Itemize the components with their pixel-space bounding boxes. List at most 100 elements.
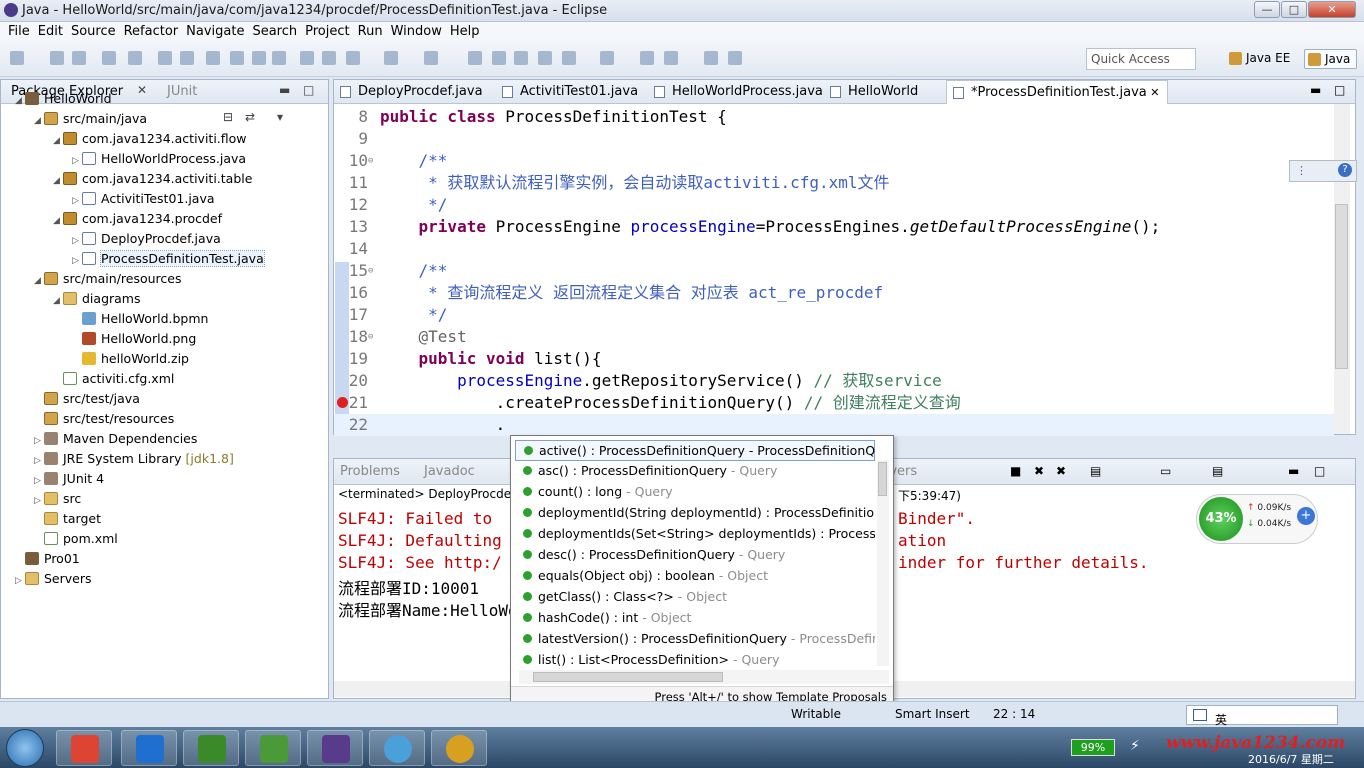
tree-item[interactable]: ▷ src xyxy=(34,490,81,510)
toolbar-tool-icon[interactable] xyxy=(704,51,718,65)
editor-tab[interactable]: *ProcessDefinitionTest.java ✕ xyxy=(946,80,1169,104)
editor-tab[interactable]: DeployProcdef.java xyxy=(334,80,491,104)
toolbar-tool-icon[interactable] xyxy=(158,51,172,65)
code-area[interactable]: 8 public class ProcessDefinitionTest {9 10… xyxy=(334,104,1355,436)
toolbar-tool-icon[interactable] xyxy=(664,51,678,65)
proposal-item[interactable]: hashCode() : int - Object xyxy=(515,608,875,629)
editor-tab[interactable]: HelloWorld xyxy=(824,80,926,104)
toolbar-tool-icon[interactable] xyxy=(50,51,64,65)
collapsed-twistie-icon[interactable]: ▷ xyxy=(34,452,44,470)
toolbar-tool-icon[interactable] xyxy=(384,51,398,65)
proposal-item[interactable]: list() : List<ProcessDefinition> - Query xyxy=(515,650,875,670)
fold-marker-icon[interactable]: ⊖ xyxy=(368,150,373,172)
menu-project[interactable]: Project xyxy=(297,22,349,39)
fold-marker-icon[interactable]: ⊖ xyxy=(368,326,373,348)
collapse-all-icon[interactable]: ⊟ xyxy=(223,110,233,124)
tree-item[interactable]: ▷ HelloWorldProcess.java xyxy=(72,150,246,170)
toolbar-tool-icon[interactable] xyxy=(252,51,266,65)
remove-all-launches-icon[interactable]: ✖ xyxy=(1056,464,1066,478)
menu-edit[interactable]: Edit xyxy=(30,22,63,39)
view-menu-icon[interactable]: ▾ xyxy=(277,110,283,124)
toolbar-tool-icon[interactable] xyxy=(180,51,194,65)
menu-help[interactable]: Help xyxy=(442,22,480,39)
battery-indicator[interactable]: 99% xyxy=(1071,739,1115,756)
collapsed-twistie-icon[interactable]: ▷ xyxy=(15,572,25,590)
tree-item[interactable]: ◢ src/main/resources xyxy=(34,270,181,290)
proposal-item[interactable]: equals(Object obj) : boolean - Object xyxy=(515,566,875,587)
tree-item[interactable]: pom.xml xyxy=(34,530,118,550)
taskbar-app-1[interactable] xyxy=(56,730,112,766)
minimize-console-icon[interactable]: ▬ xyxy=(1288,464,1299,478)
proposal-scroll-thumb[interactable] xyxy=(878,462,887,496)
toolbar-tool-icon[interactable] xyxy=(102,51,116,65)
tree-item[interactable]: ◢ com.java1234.procdef xyxy=(53,210,222,230)
toolbar-tool-icon[interactable] xyxy=(72,51,86,65)
expanded-twistie-icon[interactable]: ◢ xyxy=(53,132,63,150)
collapsed-twistie-icon[interactable]: ▷ xyxy=(72,252,82,270)
show-console-icon[interactable]: ▭ xyxy=(1160,464,1171,478)
toolbar-tool-icon[interactable] xyxy=(468,51,482,65)
menu-file[interactable]: File xyxy=(0,22,30,39)
proposal-item[interactable]: desc() : ProcessDefinitionQuery - Query xyxy=(515,545,875,566)
menu-source[interactable]: Source xyxy=(63,22,116,39)
perspective-java-ee[interactable]: Java EE xyxy=(1226,49,1296,69)
clock-date[interactable]: 2016/6/7 星期二 xyxy=(1248,751,1334,767)
close-view-icon[interactable]: ✕ xyxy=(137,83,147,97)
maximize-editor-icon[interactable]: □ xyxy=(1334,83,1345,97)
menu-refactor[interactable]: Refactor xyxy=(116,22,179,39)
taskbar-app-eclipse[interactable] xyxy=(307,730,363,766)
fold-marker-icon[interactable]: ⊖ xyxy=(368,260,373,282)
collapsed-twistie-icon[interactable]: ▷ xyxy=(72,232,82,250)
quick-access-input[interactable]: Quick Access xyxy=(1086,48,1196,70)
toolbar-tool-icon[interactable] xyxy=(424,51,438,65)
toolbar-tool-icon[interactable] xyxy=(492,51,506,65)
expanded-twistie-icon[interactable]: ◢ xyxy=(34,112,44,130)
tree-item[interactable]: ◢ com.java1234.activiti.table xyxy=(53,170,252,190)
remove-launch-icon[interactable]: ✖ xyxy=(1034,464,1044,478)
expanded-twistie-icon[interactable]: ◢ xyxy=(53,292,63,310)
tab-problems[interactable]: Problems xyxy=(340,464,400,479)
tree-item[interactable]: ◢ HelloWorld xyxy=(15,90,112,110)
toolbar-tool-icon[interactable] xyxy=(272,51,286,65)
boost-icon[interactable]: + xyxy=(1297,507,1315,525)
scroll-lock-icon[interactable]: ▤ xyxy=(1090,464,1101,478)
taskbar-app-word[interactable] xyxy=(121,730,177,766)
tree-item[interactable]: HelloWorld.png xyxy=(72,330,196,350)
collapsed-twistie-icon[interactable]: ▷ xyxy=(72,192,82,210)
toolbar-tool-icon[interactable] xyxy=(538,51,552,65)
toolbar-tool-icon[interactable] xyxy=(600,51,614,65)
toolbar-tool-icon[interactable] xyxy=(728,51,742,65)
minimize-editor-icon[interactable]: ▬ xyxy=(1310,83,1321,97)
tree-item[interactable]: ▷ Servers xyxy=(15,570,92,590)
help-icon[interactable]: ? xyxy=(1338,163,1352,177)
tree-item[interactable]: helloWorld.zip xyxy=(72,350,189,370)
proposal-item[interactable]: getClass() : Class<?> - Object xyxy=(515,587,875,608)
proposal-vertical-scrollbar[interactable] xyxy=(877,460,889,666)
tree-item[interactable]: HelloWorld.bpmn xyxy=(72,310,208,330)
collapsed-twistie-icon[interactable]: ▷ xyxy=(34,432,44,450)
link-with-editor-icon[interactable]: ⇄ xyxy=(245,110,255,124)
collapsed-twistie-icon[interactable]: ▷ xyxy=(34,472,44,490)
tab-javadoc[interactable]: Javadoc xyxy=(424,464,475,479)
tab-junit[interactable]: JUnit xyxy=(167,84,197,99)
editor-vertical-scrollbar[interactable] xyxy=(1334,104,1350,434)
tree-item[interactable]: ▷ DeployProcdef.java xyxy=(72,230,221,250)
maximize-button[interactable]: □ xyxy=(1281,1,1307,18)
terminate-icon[interactable]: ■ xyxy=(1010,464,1021,478)
open-console-icon[interactable]: ▤ xyxy=(1212,464,1223,478)
tree-item[interactable]: ◢ com.java1234.activiti.flow xyxy=(53,130,247,150)
toolbar-tool-icon[interactable] xyxy=(230,51,244,65)
close-button[interactable]: ✕ xyxy=(1308,1,1356,18)
minimize-view-icon[interactable]: ▬ xyxy=(279,83,290,97)
proposal-item[interactable]: active() : ProcessDefinitionQuery - Proc… xyxy=(515,440,875,461)
proposal-item[interactable]: asc() : ProcessDefinitionQuery - Query xyxy=(515,461,875,482)
tree-item[interactable]: ▷ ActivitiTest01.java xyxy=(72,190,215,210)
tree-item[interactable]: ▷ Maven Dependencies xyxy=(34,430,197,450)
menu-navigate[interactable]: Navigate xyxy=(178,22,244,39)
proposal-horizontal-scrollbar[interactable] xyxy=(519,670,889,684)
tree-item[interactable]: ◢ src/main/java xyxy=(34,110,147,130)
editor-tab[interactable]: ActivitiTest01.java xyxy=(496,80,646,104)
network-speed-widget[interactable]: 43% ↑ 0.09K/s ↓ 0.04K/s + xyxy=(1196,494,1318,544)
tree-item[interactable]: src/test/resources xyxy=(34,410,174,430)
perspective-java[interactable]: Java xyxy=(1304,49,1358,69)
